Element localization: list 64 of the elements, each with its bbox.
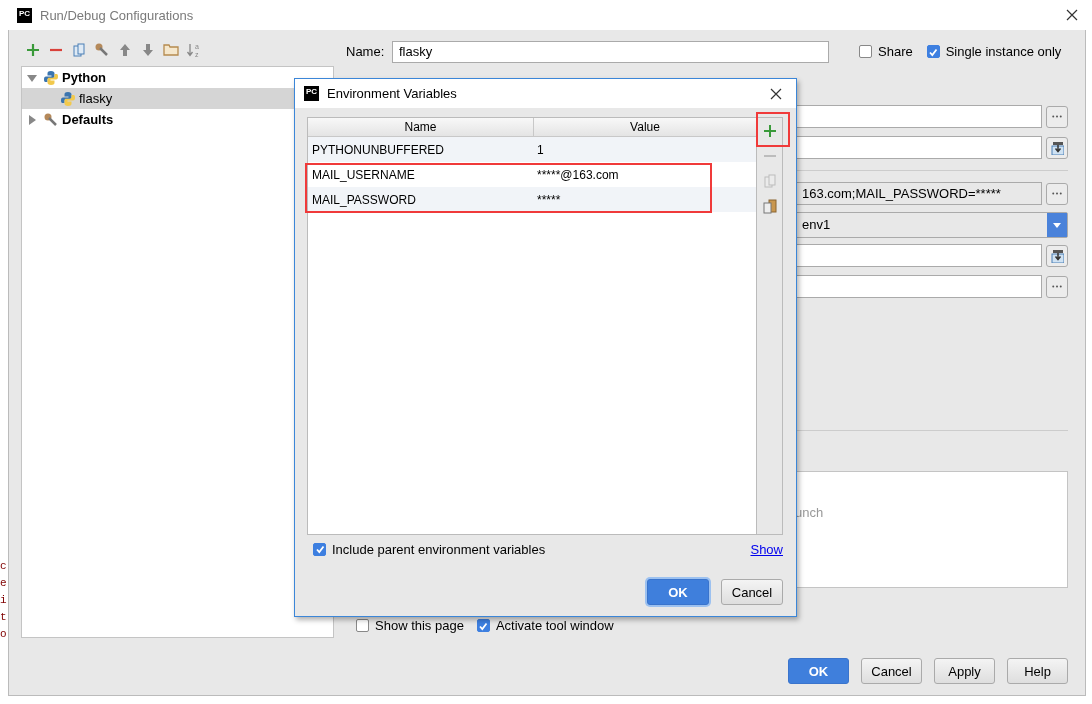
dialog-button[interactable]: Apply bbox=[934, 658, 995, 684]
table-cell-text: ***** bbox=[536, 192, 561, 207]
code-fragment: e bbox=[0, 577, 8, 589]
insert-icon bbox=[1050, 248, 1064, 263]
app-logo: PC bbox=[17, 7, 32, 23]
close-icon[interactable] bbox=[1066, 9, 1078, 21]
ok-button[interactable]: OK bbox=[788, 658, 849, 684]
window-title: Run/Debug Configurations bbox=[40, 7, 194, 23]
checkbox-label: Share bbox=[878, 44, 913, 59]
checkbox[interactable] bbox=[356, 619, 369, 632]
table-cell-text: *****@163.com bbox=[536, 167, 619, 182]
browse-button[interactable] bbox=[1046, 275, 1068, 298]
wrench-icon bbox=[43, 111, 59, 128]
table-cell-text: MAIL_PASSWORD bbox=[311, 192, 417, 207]
table-cell-text: PYTHONUNBUFFERED bbox=[311, 142, 445, 157]
checkbox-label: Activate tool window bbox=[495, 618, 614, 633]
add-icon[interactable] bbox=[25, 42, 41, 58]
insert-macro-button[interactable] bbox=[1046, 244, 1068, 267]
checkbox[interactable] bbox=[476, 619, 490, 632]
collapse-arrow-icon[interactable] bbox=[27, 72, 37, 83]
checkbox-label: Show this page bbox=[375, 618, 464, 633]
add-icon[interactable] bbox=[761, 123, 778, 139]
field-label: Name: bbox=[346, 44, 386, 59]
dialog-button[interactable]: Help bbox=[1007, 658, 1068, 684]
dialog-button[interactable]: Cancel bbox=[721, 579, 783, 605]
checkbox[interactable] bbox=[313, 542, 326, 556]
table-row[interactable]: PYTHONUNBUFFERED 1 bbox=[308, 137, 757, 162]
checkbox-label: Single instance only bbox=[945, 44, 1062, 59]
down-arrow-icon[interactable] bbox=[140, 42, 156, 58]
paste-icon[interactable] bbox=[761, 198, 778, 214]
name-field[interactable]: flasky bbox=[392, 40, 829, 63]
python-icon bbox=[43, 69, 59, 86]
code-fragment: i bbox=[0, 594, 8, 606]
column-header[interactable]: Value bbox=[534, 118, 757, 136]
show-link[interactable]: Show bbox=[750, 541, 783, 557]
ellipsis-icon bbox=[1052, 115, 1062, 118]
app-logo: PC bbox=[304, 86, 319, 101]
table-row[interactable]: MAIL_USERNAME *****@163.com bbox=[308, 162, 757, 187]
checkbox[interactable] bbox=[859, 45, 872, 58]
code-fragment: o bbox=[0, 628, 8, 640]
code-fragment: c bbox=[0, 560, 8, 572]
close-icon[interactable] bbox=[770, 87, 782, 100]
tree-item[interactable]: Python bbox=[22, 67, 333, 88]
browse-button[interactable] bbox=[1046, 105, 1068, 128]
browse-button[interactable] bbox=[1046, 182, 1068, 205]
checkbox-label: Include parent environment variables bbox=[332, 541, 546, 557]
code-fragment: t bbox=[0, 611, 8, 623]
table-cell-text: 1 bbox=[536, 142, 544, 157]
dialog-button[interactable]: Cancel bbox=[861, 658, 922, 684]
wrench-icon[interactable] bbox=[94, 42, 110, 58]
copy-icon[interactable] bbox=[71, 42, 87, 58]
checkbox[interactable] bbox=[926, 45, 940, 58]
expand-arrow-icon[interactable] bbox=[27, 114, 37, 125]
folder-icon[interactable] bbox=[163, 42, 179, 58]
insert-macro-button[interactable] bbox=[1046, 136, 1068, 159]
ok-button[interactable]: OK bbox=[647, 579, 709, 605]
python-icon bbox=[60, 90, 76, 107]
table-row[interactable]: MAIL_PASSWORD ***** bbox=[308, 187, 757, 212]
ellipsis-icon bbox=[1052, 285, 1062, 288]
table-cell-text: MAIL_USERNAME bbox=[311, 167, 416, 182]
column-header[interactable]: Name bbox=[308, 118, 534, 136]
up-arrow-icon[interactable] bbox=[117, 42, 133, 58]
ellipsis-icon bbox=[1052, 192, 1062, 195]
insert-icon bbox=[1050, 140, 1064, 155]
